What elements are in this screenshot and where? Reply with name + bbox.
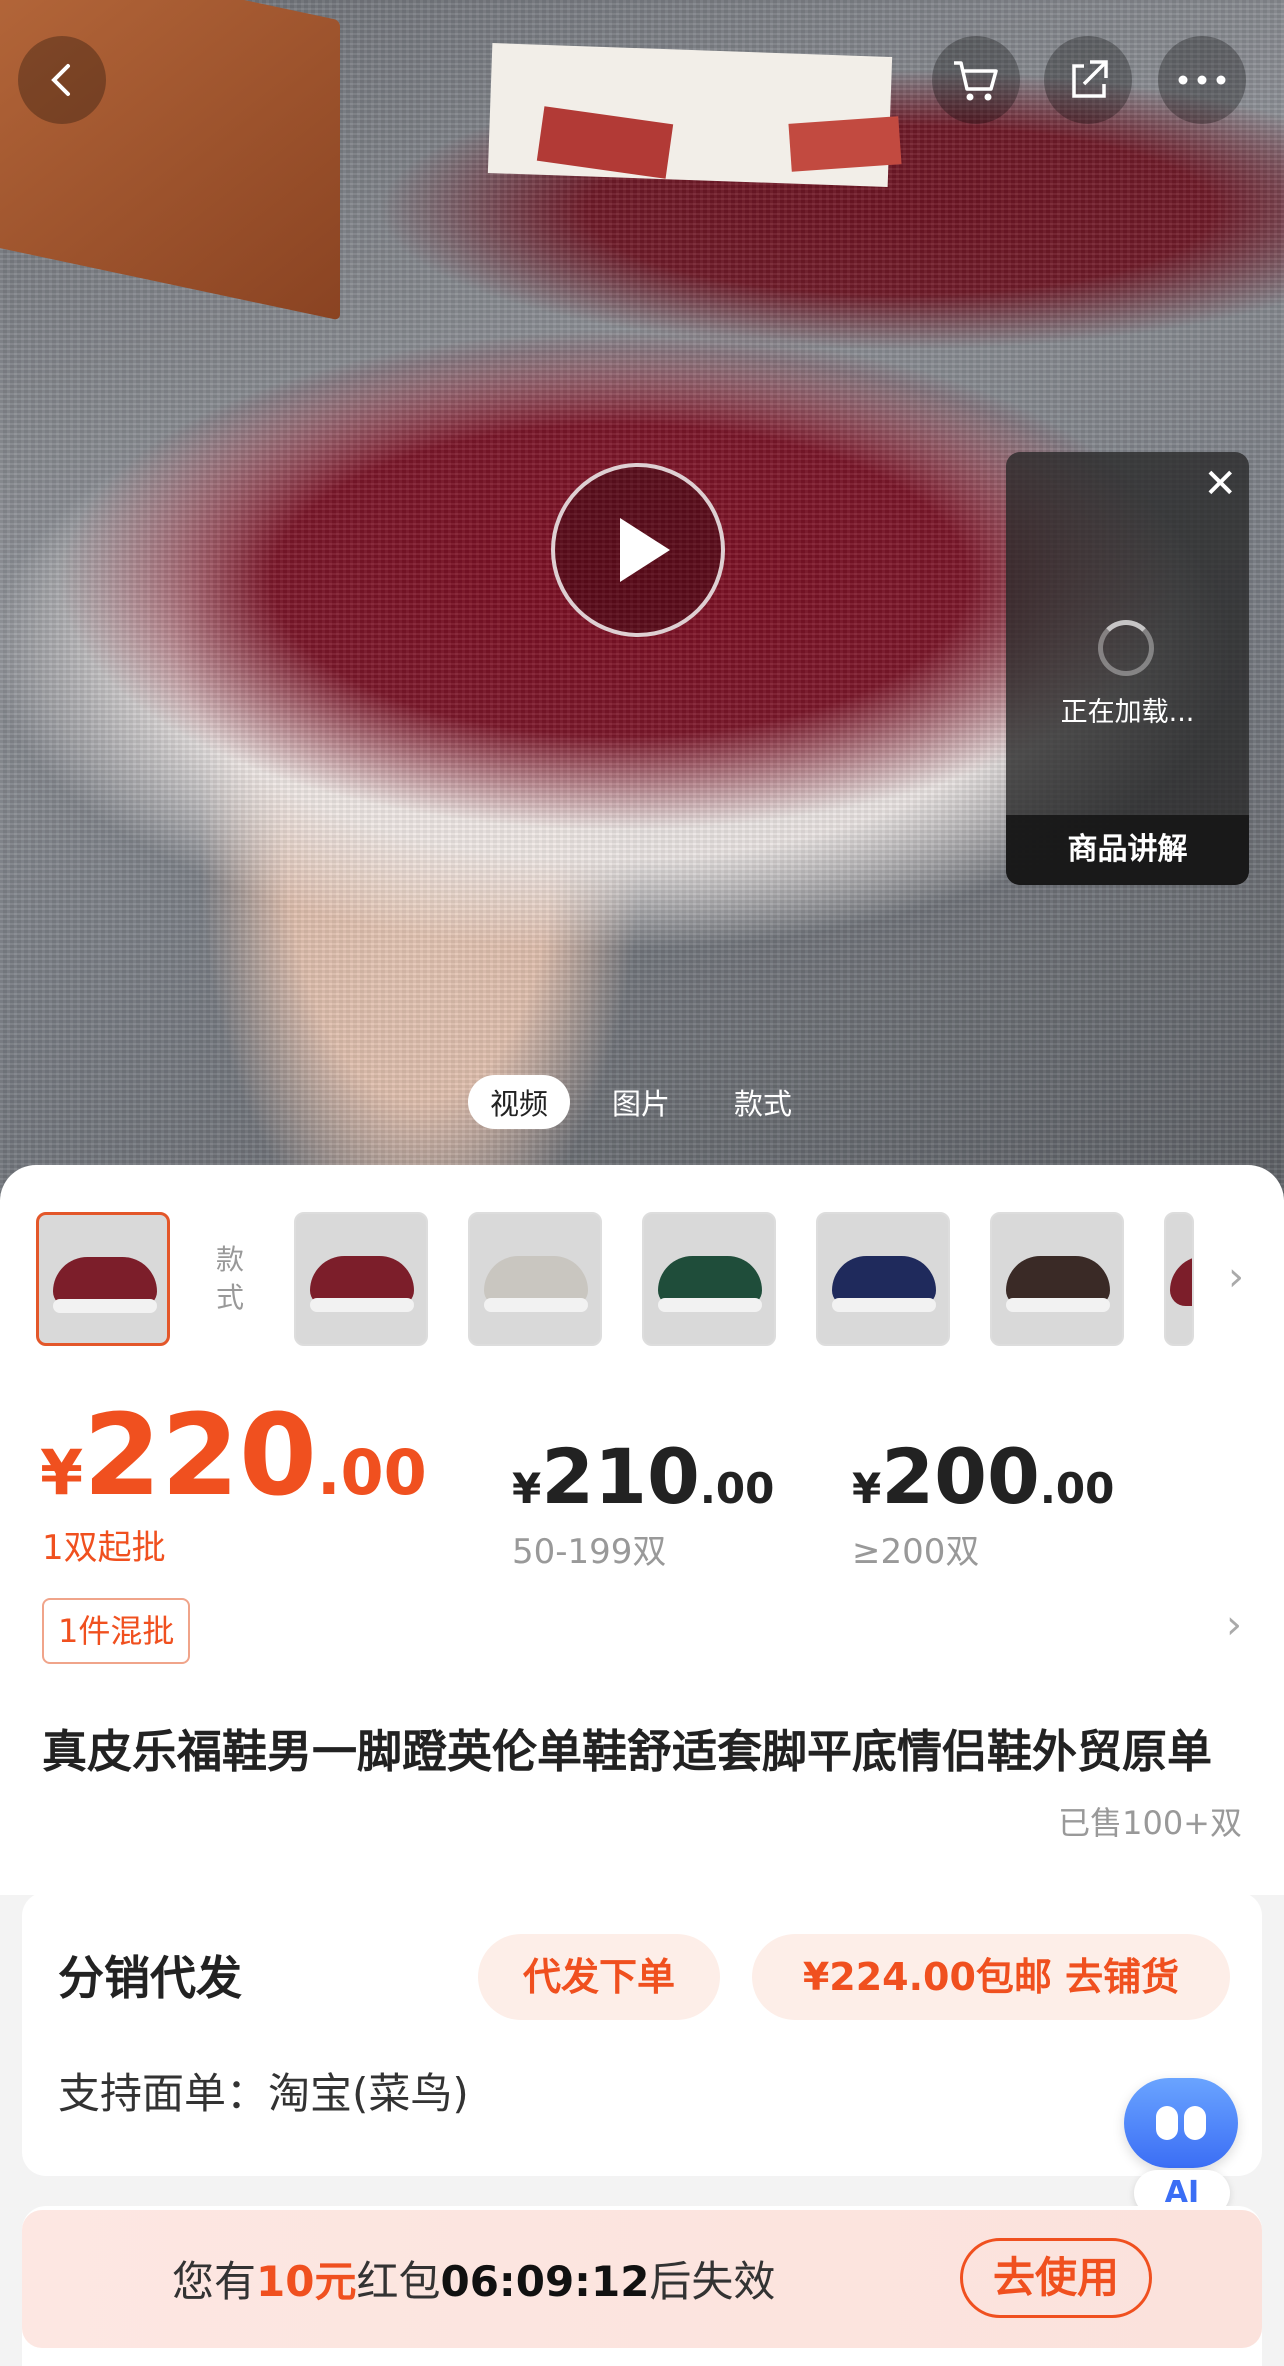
price-tier-1-qty: 1双起批: [42, 1528, 166, 1568]
red-packet-banner: 您有10元红包06:09:12后失效 去使用: [22, 2210, 1262, 2348]
style-thumbnail-strip: 款式: [36, 1212, 1194, 1346]
price-tier-2: ¥210.00: [512, 1432, 775, 1521]
tab-styles[interactable]: 款式: [712, 1075, 814, 1129]
chevron-left-icon: [51, 64, 70, 96]
dropship-order-button[interactable]: 代发下单: [478, 1934, 720, 2020]
tab-video[interactable]: 视频: [468, 1075, 571, 1129]
play-icon: [620, 518, 670, 582]
sold-count: 已售100+双: [1058, 1804, 1242, 1842]
more-button[interactable]: [1158, 36, 1246, 124]
cart-button[interactable]: [932, 36, 1020, 124]
price-tier-3: ¥200.00: [852, 1432, 1115, 1521]
price-tier-3-qty: ≥200双: [852, 1532, 980, 1572]
media-tabs: 视频 图片 款式: [468, 1075, 814, 1129]
play-video-button[interactable]: [551, 463, 725, 637]
product-explain-panel[interactable]: ✕ 正在加载... 商品讲解: [1006, 452, 1249, 885]
share-button[interactable]: [1044, 36, 1132, 124]
red-packet-text: 您有10元红包06:09:12后失效: [172, 2257, 776, 2306]
product-title: 真皮乐福鞋男一脚蹬英伦单鞋舒适套脚平底情侣鞋外贸原单: [42, 1725, 1213, 1778]
chevron-right-icon[interactable]: ›: [1228, 1254, 1244, 1300]
style-thumbnail[interactable]: [294, 1212, 428, 1346]
robot-eye-icon: [1156, 2106, 1178, 2140]
product-explain-label[interactable]: 商品讲解: [1006, 815, 1249, 885]
style-label: 款式: [215, 1243, 244, 1314]
shoe-image: [1170, 1256, 1192, 1306]
countdown-timer: 06:09:12: [440, 2257, 650, 2306]
style-thumbnail[interactable]: [36, 1212, 170, 1346]
price-tier-1: ¥220.00: [40, 1391, 427, 1521]
list-product-button[interactable]: ¥224.00包邮 去铺货: [752, 1934, 1230, 2020]
mixed-batch-badge[interactable]: 1件混批: [42, 1598, 191, 1664]
loading-text: 正在加载...: [1060, 697, 1195, 728]
style-thumbnail[interactable]: [816, 1212, 950, 1346]
red-packet-amount: 10元: [256, 2257, 357, 2306]
close-icon[interactable]: ✕: [1203, 460, 1237, 508]
waybill-support-text: 支持面单：淘宝(菜鸟): [58, 2069, 469, 2118]
distribution-card: 分销代发 代发下单 ¥224.00包邮 去铺货 支持面单：淘宝(菜鸟): [22, 1892, 1262, 2176]
red-card-image: [788, 116, 902, 172]
share-icon: [1072, 60, 1108, 98]
cart-icon: [954, 61, 998, 101]
style-thumbnail[interactable]: [990, 1212, 1124, 1346]
loading-spinner-icon: [1098, 620, 1154, 676]
price-tier-2-qty: 50-199双: [512, 1532, 667, 1572]
tab-images[interactable]: 图片: [590, 1075, 692, 1129]
use-red-packet-button[interactable]: 去使用: [960, 2238, 1152, 2318]
style-thumbnail[interactable]: [468, 1212, 602, 1346]
back-button[interactable]: [18, 36, 106, 124]
ai-assistant-button[interactable]: [1124, 2078, 1238, 2168]
chevron-right-icon[interactable]: ›: [1226, 1602, 1242, 1648]
distribution-title: 分销代发: [58, 1951, 242, 2005]
style-thumbnail[interactable]: [642, 1212, 776, 1346]
more-icon: [1178, 75, 1226, 85]
style-thumbnail[interactable]: [1164, 1212, 1194, 1346]
robot-eye-icon: [1184, 2106, 1206, 2140]
